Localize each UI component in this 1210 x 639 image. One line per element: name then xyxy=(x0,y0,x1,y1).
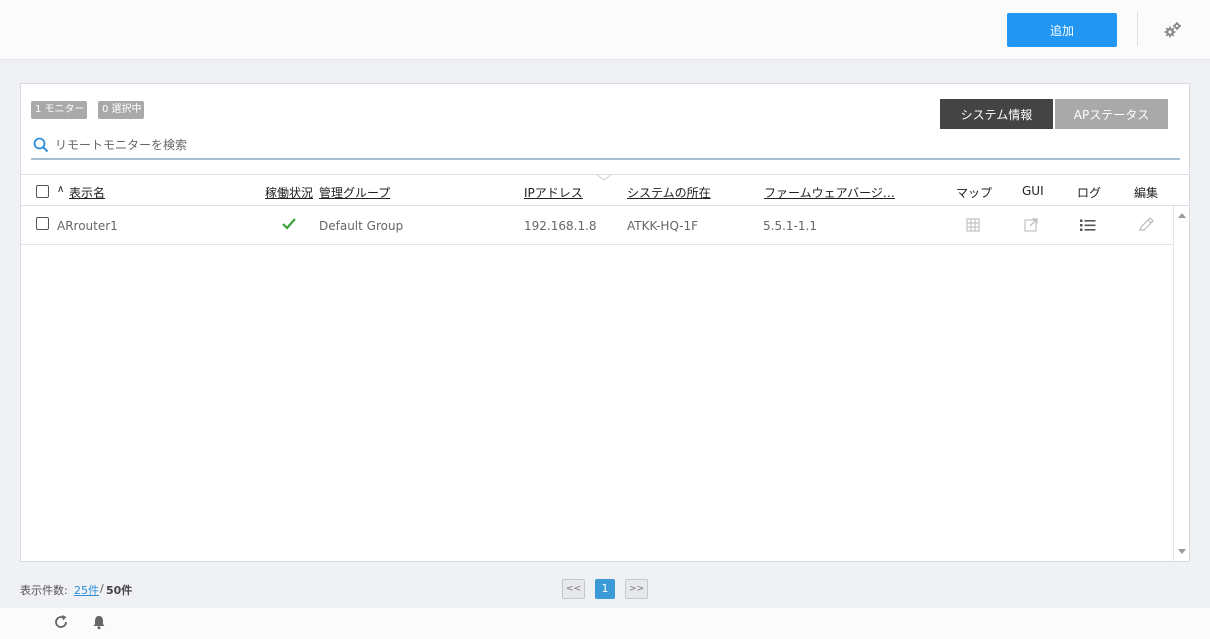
column-header-edit: 編集 xyxy=(1134,186,1159,200)
monitor-count-badge: 1 モニター xyxy=(31,101,87,119)
vertical-scrollbar[interactable] xyxy=(1173,206,1189,561)
row-location: ATKK-HQ-1F xyxy=(627,219,699,233)
row-ip: 192.168.1.8 xyxy=(524,219,597,233)
settings-gear-icon[interactable] xyxy=(1162,20,1184,40)
row-group: Default Group xyxy=(319,219,404,233)
search-input[interactable] xyxy=(55,135,1155,155)
page-size-label: 表示件数: xyxy=(20,584,68,597)
external-link-icon[interactable] xyxy=(1023,217,1039,233)
search-icon xyxy=(33,137,49,153)
pencil-icon[interactable] xyxy=(1137,217,1154,233)
check-icon xyxy=(281,216,297,232)
bottom-toolbar xyxy=(0,608,1210,639)
column-header-location[interactable]: システムの所在 xyxy=(627,184,711,201)
column-header-log: ログ xyxy=(1077,186,1102,200)
table-header: ∧ 表示名 稼働状況 管理グループ IPアドレス システムの所在 ファームウェア… xyxy=(21,174,1189,206)
remote-monitor-panel: 1 モニター 0 選択中 システム情報 APステータス ∧ 表示名 稼働状況 管… xyxy=(20,83,1190,562)
next-page-button[interactable]: >> xyxy=(625,579,648,599)
page-size-link[interactable]: 25件 xyxy=(74,582,99,598)
selected-count-badge: 0 選択中 xyxy=(98,101,144,119)
column-header-name[interactable]: 表示名 xyxy=(69,184,105,201)
column-header-group[interactable]: 管理グループ xyxy=(319,184,390,201)
search-bar xyxy=(31,132,1180,160)
total-count: 50件 xyxy=(106,584,133,597)
prev-page-button[interactable]: << xyxy=(562,579,585,599)
map-grid-icon[interactable] xyxy=(965,217,981,233)
count-separator: / xyxy=(100,582,104,595)
sort-ascending-icon[interactable]: ∧ xyxy=(57,184,64,195)
column-header-gui: GUI xyxy=(1022,184,1044,198)
current-page-button[interactable]: 1 xyxy=(595,579,615,599)
refresh-icon[interactable] xyxy=(53,614,69,630)
row-checkbox[interactable] xyxy=(36,217,49,233)
column-header-map: マップ xyxy=(956,186,993,200)
column-header-firmware[interactable]: ファームウェアバージ… xyxy=(764,184,895,201)
scroll-down-arrow[interactable] xyxy=(1178,549,1186,554)
column-header-ip[interactable]: IPアドレス xyxy=(524,184,583,201)
row-firmware: 5.5.1-1.1 xyxy=(763,219,817,233)
toolbar-divider xyxy=(1137,12,1138,46)
bell-icon[interactable] xyxy=(91,614,107,630)
table-row[interactable]: ARrouter1 Default Group 192.168.1.8 ATKK… xyxy=(21,206,1173,245)
add-button[interactable]: 追加 xyxy=(1007,13,1117,47)
select-all-checkbox[interactable] xyxy=(36,185,49,201)
list-icon[interactable] xyxy=(1079,217,1096,233)
tab-ap-status[interactable]: APステータス xyxy=(1055,99,1168,129)
scroll-up-arrow[interactable] xyxy=(1178,213,1186,218)
tab-system-info[interactable]: システム情報 xyxy=(940,99,1053,129)
top-toolbar: 追加 xyxy=(0,0,1210,60)
row-name: ARrouter1 xyxy=(57,219,118,233)
column-header-status[interactable]: 稼働状況 xyxy=(265,184,313,201)
